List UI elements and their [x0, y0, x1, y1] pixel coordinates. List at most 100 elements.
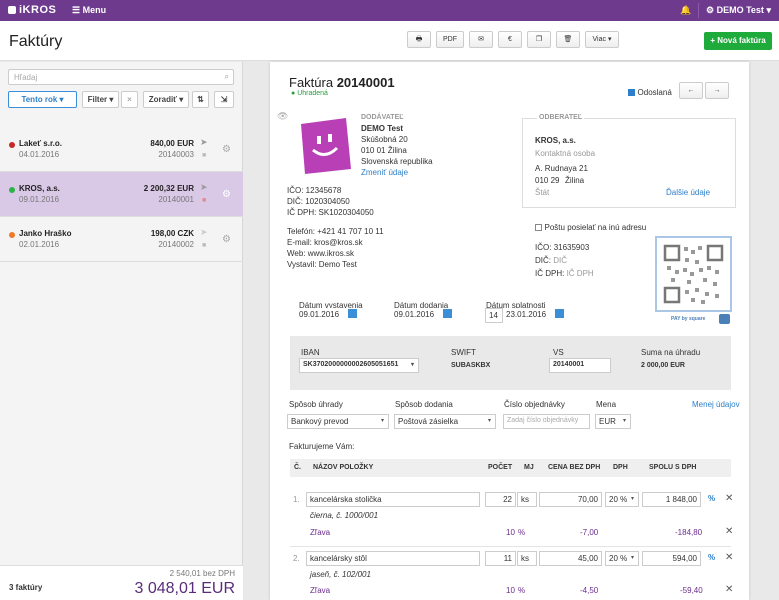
item-qty-field[interactable]: 22	[485, 492, 516, 507]
order-number-field[interactable]: Zadaj číslo objednávky	[503, 414, 590, 429]
calendar-icon[interactable]	[348, 309, 357, 318]
gear-icon[interactable]: ⚙	[222, 234, 231, 245]
vs-field[interactable]: 20140001	[549, 358, 611, 373]
delivery-method-value: Poštová zásielka	[398, 417, 459, 426]
pay-method-select[interactable]: Bankový prevod ▾	[287, 414, 389, 429]
payment-button[interactable]: €	[498, 31, 522, 48]
item-name-field[interactable]: kancelársky stôl	[306, 551, 480, 566]
calendar-icon[interactable]	[443, 309, 452, 318]
state-placeholder: Štát	[535, 188, 550, 197]
calendar-icon[interactable]	[555, 309, 564, 318]
supplier-icdph: IČ DPH: SK1020304050	[287, 208, 374, 217]
app-logo[interactable]: iKROS	[8, 4, 56, 16]
less-details-link[interactable]: Menej údajov	[692, 400, 740, 409]
delete-button[interactable]: 🗑	[556, 31, 580, 48]
remove-item-icon[interactable]: ✕	[725, 493, 733, 504]
gear-icon[interactable]: ⚙	[222, 144, 231, 155]
more-details-link[interactable]: Ďalšie údaje	[666, 188, 710, 197]
chevron-down-icon: ▾	[766, 5, 771, 15]
remove-discount-icon[interactable]: ✕	[725, 526, 733, 537]
item-unit-field[interactable]: ks	[517, 492, 537, 507]
invoice-list-item[interactable]: KROS, a.s. 09.01.2016 2 200,32 EUR 20140…	[0, 172, 243, 217]
item-vat-select[interactable]: 20 % ▾	[605, 551, 639, 566]
post-other-checkbox[interactable]: Poštu posielať na inú adresu	[535, 222, 646, 232]
remove-discount-icon[interactable]: ✕	[725, 584, 733, 595]
company-logo[interactable]	[291, 114, 353, 176]
item-vat-select[interactable]: 20 % ▾	[605, 492, 639, 507]
issued-date-value: 09.01.2016	[299, 310, 340, 319]
invoice-document: Faktúra 20140001 ● Uhradená Odoslaná ← →…	[270, 62, 749, 600]
bell-icon[interactable]: 🔔	[680, 5, 691, 16]
search-input[interactable]: Hľadaj ⌕	[8, 69, 234, 85]
customer-dic-label: DIČ:	[535, 256, 551, 265]
menu-button[interactable]: ☰ Menu	[72, 5, 106, 16]
discount-toggle-icon[interactable]: %	[708, 553, 715, 562]
item-description[interactable]: čierna, č. 1000/001	[310, 511, 378, 520]
sort-button[interactable]: Zoradiť ▾	[143, 91, 189, 108]
table-row: 1. kancelárska stolička 22 ks 70,00 20 %…	[270, 486, 749, 546]
customer-box[interactable]: ODBERATEĽ KROS, a.s. Kontaktná osoba A. …	[522, 114, 736, 208]
delivery-method-label: Spôsob dodania	[395, 400, 453, 409]
remove-item-icon[interactable]: ✕	[725, 552, 733, 563]
iban-select[interactable]: SK3702000000002605051651 ▾	[299, 358, 419, 373]
invoice-customer: Janko Hraško	[19, 229, 72, 238]
supplier-ico: IČO: 12345678	[287, 186, 342, 195]
col-vat: DPH	[613, 464, 628, 471]
user-menu[interactable]: ⚙ DEMO Test ▾	[706, 5, 771, 16]
item-qty-field[interactable]: 11	[485, 551, 516, 566]
supplier-city: 010 01 Žilina	[361, 146, 407, 155]
supplier-email: E-mail: kros@kros.sk	[287, 238, 363, 247]
invoice-number: 20140001	[158, 195, 194, 204]
filter-button[interactable]: Filter ▾	[82, 91, 119, 108]
clear-filter-icon[interactable]: ×	[121, 91, 138, 108]
col-name: NÁZOV POLOŽKY	[313, 464, 374, 471]
iban-label: IBAN	[301, 348, 320, 357]
eye-icon[interactable]: 👁	[277, 111, 288, 122]
customer-icdph[interactable]: IČ DPH: IČ DPH	[535, 269, 594, 278]
sort-direction-icon[interactable]: ⇅	[192, 91, 209, 108]
qr-code[interactable]	[655, 236, 732, 312]
supplier-country: Slovenská republika	[361, 157, 433, 166]
item-name: kancelárska stolička	[310, 495, 382, 504]
discount-toggle-icon[interactable]: %	[708, 494, 715, 503]
invoice-list-item[interactable]: Janko Hraško 02.01.2016 198,00 CZK 20140…	[0, 217, 243, 262]
year-filter-button[interactable]: Tento rok ▾	[8, 91, 77, 108]
currency-label: Mena	[596, 400, 617, 409]
item-description[interactable]: jaseň, č. 102/001	[310, 570, 371, 579]
due-date-field[interactable]: 23.01.2016	[503, 308, 553, 323]
prev-invoice-button[interactable]: ←	[679, 82, 703, 99]
item-price-field[interactable]: 45,00	[539, 551, 602, 566]
currency-select[interactable]: EUR ▾	[595, 414, 631, 429]
checkbox-icon	[535, 224, 542, 231]
delivery-method-select[interactable]: Poštová zásielka ▾	[394, 414, 496, 429]
invoice-amount: 2 200,32 EUR	[143, 184, 194, 193]
print-button[interactable]: 🖶	[407, 31, 431, 48]
due-days-field[interactable]: 14	[485, 308, 503, 323]
logo-image	[301, 118, 351, 174]
currency-value: EUR	[599, 417, 616, 426]
gear-icon[interactable]: ⚙	[222, 189, 231, 200]
new-invoice-button[interactable]: + Nová faktúra	[704, 32, 772, 50]
item-price-field[interactable]: 70,00	[539, 492, 602, 507]
customer-dic[interactable]: DIČ: DIČ	[535, 256, 567, 265]
item-qty: 22	[503, 495, 512, 504]
logo-text: iKROS	[19, 4, 57, 16]
invoice-amount: 198,00 CZK	[150, 229, 194, 238]
next-invoice-button[interactable]: →	[705, 82, 729, 99]
item-total-field[interactable]: 594,00	[642, 551, 701, 566]
email-button[interactable]: ✉	[469, 31, 493, 48]
copy-button[interactable]: ❐	[527, 31, 551, 48]
pdf-button[interactable]: PDF	[436, 31, 464, 48]
customer-dic-placeholder: DIČ	[553, 256, 568, 265]
item-total-field[interactable]: 1 848,00	[642, 492, 701, 507]
export-icon[interactable]: ⇲	[214, 91, 234, 108]
item-name-field[interactable]: kancelárska stolička	[306, 492, 480, 507]
trash-icon: 🗑	[563, 36, 573, 43]
sent-checkbox[interactable]: Odoslaná	[628, 87, 672, 97]
change-supplier-link[interactable]: Zmeniť údaje	[361, 168, 408, 177]
invoice-list-item[interactable]: Lakeť s.r.o. 04.01.2016 840,00 EUR 20140…	[0, 127, 243, 172]
invoice-count: 3 faktúry	[9, 583, 43, 592]
item-unit-field[interactable]: ks	[517, 551, 537, 566]
item-name: kancelársky stôl	[310, 554, 367, 563]
more-button[interactable]: Viac ▾	[585, 31, 619, 48]
